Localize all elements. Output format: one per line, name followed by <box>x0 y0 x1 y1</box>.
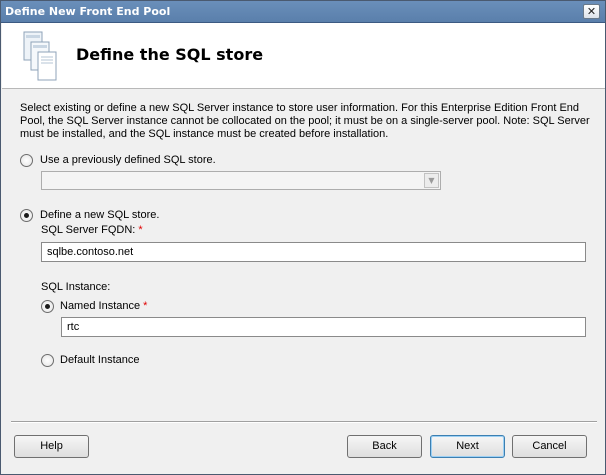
help-button[interactable]: Help <box>14 435 89 458</box>
named-instance-label[interactable]: Named Instance * <box>60 300 147 312</box>
default-instance-label[interactable]: Default Instance <box>60 354 140 366</box>
description-text: Select existing or define a new SQL Serv… <box>20 102 590 140</box>
next-button[interactable]: Next <box>430 435 505 458</box>
default-instance-radio[interactable] <box>41 354 54 367</box>
fqdn-label: SQL Server FQDN: * <box>41 224 143 236</box>
required-marker: * <box>143 300 148 312</box>
use-existing-store-label[interactable]: Use a previously defined SQL store. <box>40 154 216 166</box>
use-existing-store-radio[interactable] <box>20 154 33 167</box>
dialog-window: Define New Front End Pool ✕ Define the S… <box>0 0 606 475</box>
define-new-store-label[interactable]: Define a new SQL store. <box>40 209 159 221</box>
named-instance-radio[interactable] <box>41 300 54 313</box>
window-title: Define New Front End Pool <box>5 5 171 18</box>
cancel-button[interactable]: Cancel <box>512 435 587 458</box>
existing-store-dropdown[interactable]: ▼ <box>41 171 441 190</box>
footer-separator <box>11 421 597 423</box>
server-stack-icon <box>23 31 57 81</box>
wizard-header: Define the SQL store <box>2 23 605 89</box>
back-button[interactable]: Back <box>347 435 422 458</box>
close-button[interactable]: ✕ <box>583 4 600 19</box>
required-marker: * <box>138 224 143 236</box>
sql-instance-heading: SQL Instance: <box>41 281 111 293</box>
define-new-store-radio[interactable] <box>20 209 33 222</box>
fqdn-input[interactable]: sqlbe.contoso.net <box>41 242 586 262</box>
page-title: Define the SQL store <box>76 45 264 64</box>
chevron-down-icon[interactable]: ▼ <box>424 173 439 188</box>
named-instance-input[interactable]: rtc <box>61 317 586 337</box>
title-bar[interactable]: Define New Front End Pool ✕ <box>1 1 605 23</box>
